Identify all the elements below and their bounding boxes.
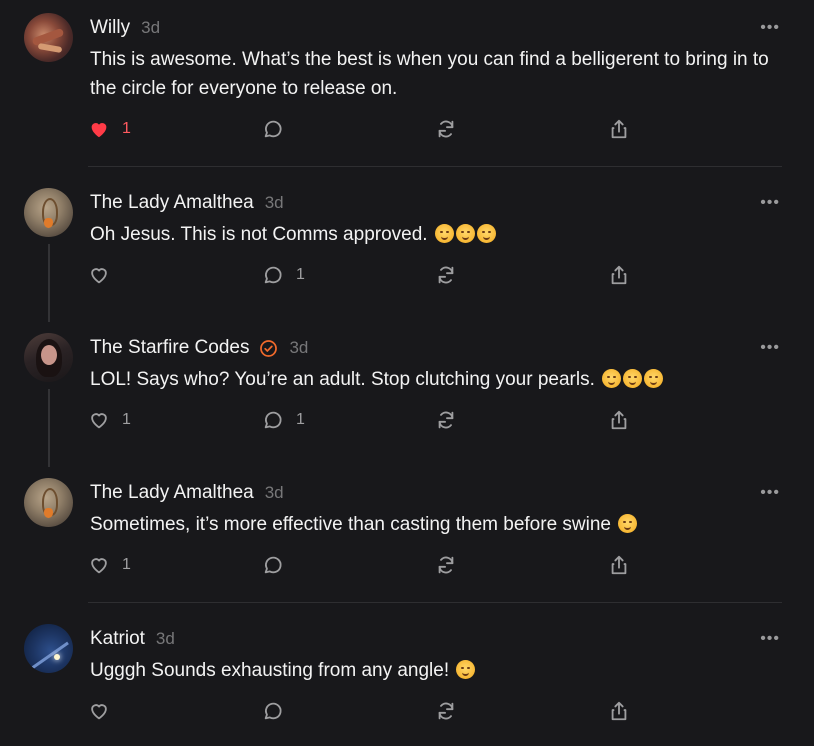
share-button[interactable] <box>608 553 630 577</box>
action-bar: 1 <box>88 263 648 287</box>
reply-bubble-icon <box>264 702 282 720</box>
post-header: Willy 3d <box>90 15 160 41</box>
timestamp[interactable]: 3d <box>265 193 284 213</box>
action-bar: 1 1 <box>88 408 648 432</box>
action-bar: 1 <box>88 553 648 577</box>
more-icon[interactable]: ••• <box>760 339 780 357</box>
reply-feed: Willy 3d ••• This is awesome. What’s the… <box>0 0 814 746</box>
author-name[interactable]: Willy <box>90 17 130 39</box>
author-name[interactable]: The Lady Amalthea <box>90 482 254 504</box>
post-text: Oh Jesus. This is not Comms approved. <box>90 220 790 249</box>
reply-bubble-icon <box>264 411 282 429</box>
heart-icon <box>91 123 107 138</box>
share-icon <box>611 555 627 575</box>
emoji-winking-face <box>618 514 638 533</box>
reply-bubble-icon <box>264 556 282 574</box>
repost-button[interactable] <box>435 263 457 287</box>
share-icon <box>611 119 627 139</box>
post-text: LOL! Says who? You’re an adult. Stop clu… <box>90 365 790 394</box>
heart-icon <box>91 704 107 720</box>
share-button[interactable] <box>608 117 630 141</box>
timestamp[interactable]: 3d <box>265 483 284 503</box>
repost-icon <box>438 556 454 574</box>
heart-icon <box>91 413 107 429</box>
share-button[interactable] <box>608 263 630 287</box>
thread-line <box>48 389 50 467</box>
divider <box>88 602 782 603</box>
like-button[interactable]: 1 <box>88 553 131 577</box>
post-text: Ugggh Sounds exhausting from any angle! <box>90 656 790 685</box>
reply-bubble-icon <box>264 266 282 284</box>
repost-button[interactable] <box>435 408 457 432</box>
avatar[interactable] <box>24 624 73 673</box>
verified-badge-icon <box>260 339 278 357</box>
repost-icon <box>438 702 454 720</box>
action-bar <box>88 699 648 723</box>
timestamp[interactable]: 3d <box>289 338 308 358</box>
emoji-face-with-hand-over-mouth <box>476 224 496 243</box>
action-bar: 1 <box>88 117 648 141</box>
post-header: The Lady Amalthea 3d <box>90 480 284 506</box>
post-text: Sometimes, it’s more effective than cast… <box>90 510 790 539</box>
more-icon[interactable]: ••• <box>760 19 780 37</box>
like-count: 1 <box>122 556 131 573</box>
reply-count: 1 <box>296 266 305 283</box>
repost-icon <box>438 411 454 429</box>
author-name[interactable]: The Starfire Codes <box>90 337 249 359</box>
like-button[interactable] <box>88 263 110 287</box>
timestamp[interactable]: 3d <box>156 629 175 649</box>
emoji-face-with-hand-over-mouth <box>434 224 454 243</box>
like-button[interactable]: 1 <box>88 408 131 432</box>
heart-icon <box>91 268 107 284</box>
emoji-grinning-squinting-face <box>456 660 476 679</box>
more-icon[interactable]: ••• <box>760 484 780 502</box>
author-name[interactable]: The Lady Amalthea <box>90 192 254 214</box>
share-button[interactable] <box>608 699 630 723</box>
share-icon <box>611 265 627 285</box>
emoji-smirking-face <box>455 224 475 243</box>
emoji-rolling-on-floor-laughing <box>644 369 664 388</box>
repost-button[interactable] <box>435 117 457 141</box>
avatar[interactable] <box>24 333 73 382</box>
timestamp[interactable]: 3d <box>141 18 160 38</box>
repost-icon <box>438 266 454 284</box>
avatar[interactable] <box>24 188 73 237</box>
share-icon <box>611 410 627 430</box>
post-header: Katriot 3d <box>90 626 175 652</box>
emoji-rolling-on-floor-laughing <box>623 369 643 388</box>
divider <box>88 166 782 167</box>
reply-button[interactable]: 1 <box>262 263 305 287</box>
heart-icon <box>91 558 107 574</box>
repost-button[interactable] <box>435 553 457 577</box>
avatar[interactable] <box>24 478 73 527</box>
post-text: This is awesome. What’s the best is when… <box>90 49 769 99</box>
reply-bubble-icon <box>264 120 282 138</box>
reply-count: 1 <box>296 411 305 428</box>
author-name[interactable]: Katriot <box>90 628 145 650</box>
share-button[interactable] <box>608 408 630 432</box>
thread-line <box>48 244 50 322</box>
like-button[interactable] <box>88 699 110 723</box>
more-icon[interactable]: ••• <box>760 194 780 212</box>
emoji-rolling-on-floor-laughing <box>602 369 622 388</box>
like-count: 1 <box>122 411 131 428</box>
reply-button[interactable] <box>262 117 296 141</box>
reply-button[interactable]: 1 <box>262 408 305 432</box>
repost-icon <box>438 120 454 138</box>
like-button[interactable]: 1 <box>88 117 131 141</box>
reply-button[interactable] <box>262 553 284 577</box>
more-icon[interactable]: ••• <box>760 630 780 648</box>
repost-button[interactable] <box>435 699 457 723</box>
reply-button[interactable] <box>262 699 284 723</box>
share-icon <box>611 701 627 721</box>
avatar[interactable] <box>24 13 73 62</box>
post-header: The Starfire Codes 3d <box>90 335 308 361</box>
post-header: The Lady Amalthea 3d <box>90 190 284 216</box>
like-count: 1 <box>122 120 131 137</box>
